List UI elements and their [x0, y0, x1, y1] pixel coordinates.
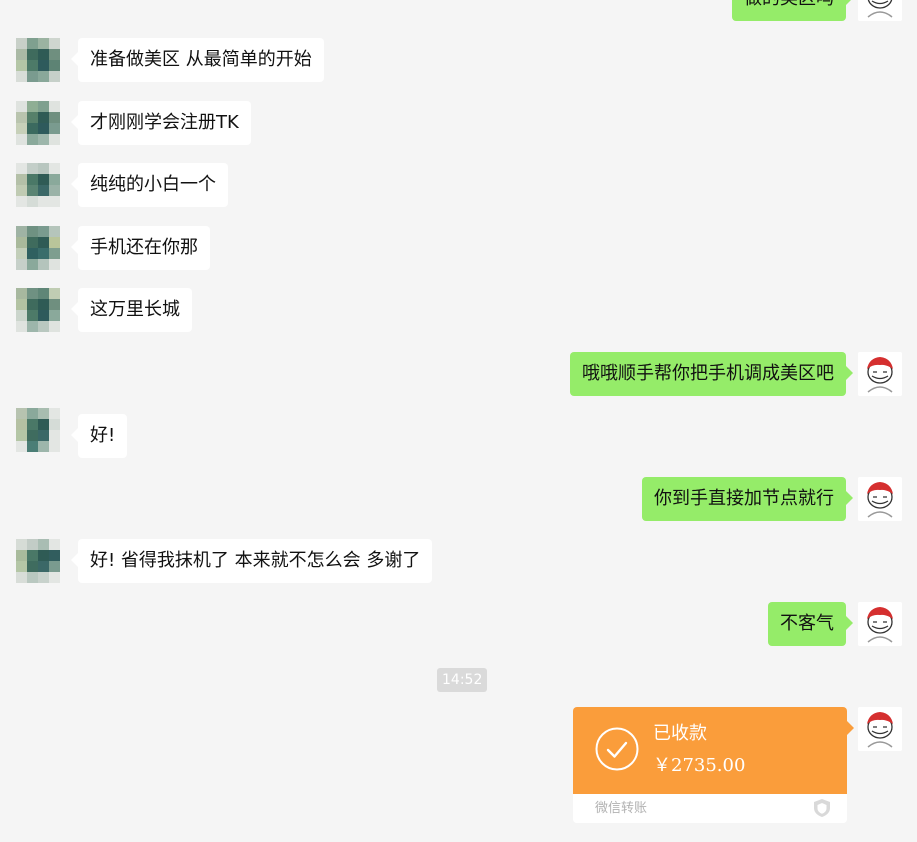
- wechat-pay-shield-icon: [814, 799, 830, 817]
- message-bubble-contact[interactable]: 这万里长城: [71, 288, 192, 332]
- message-bubble-self[interactable]: 哦哦顺手帮你把手机调成美区吧: [570, 352, 853, 396]
- transfer-card-header: 已收款 ￥2735.00: [573, 707, 847, 794]
- contact-avatar[interactable]: [16, 226, 60, 270]
- transfer-amount: ￥2735.00: [653, 755, 746, 776]
- self-avatar[interactable]: [858, 707, 902, 751]
- message-bubble-contact[interactable]: 手机还在你那: [71, 226, 210, 270]
- message-bubble-self[interactable]: 做的美区吗: [732, 0, 853, 21]
- contact-avatar[interactable]: [16, 288, 60, 332]
- transfer-card-pointer: [847, 721, 854, 735]
- message-bubble-contact[interactable]: 好! 省得我抹机了 本来就不怎么会 多谢了: [70, 539, 433, 583]
- message-bubble-self[interactable]: 你到手直接加节点就行: [642, 477, 853, 521]
- message-bubble-contact[interactable]: 好!: [70, 414, 128, 458]
- contact-avatar[interactable]: [16, 408, 60, 452]
- contact-avatar[interactable]: [16, 101, 60, 145]
- self-avatar[interactable]: [858, 477, 902, 521]
- message-bubble-contact[interactable]: 准备做美区 从最简单的开始: [71, 38, 324, 82]
- self-avatar[interactable]: [858, 602, 902, 646]
- transfer-status: 已收款: [653, 723, 707, 744]
- self-avatar[interactable]: [858, 0, 902, 21]
- message-bubble-contact[interactable]: 纯纯的小白一个: [71, 163, 228, 207]
- contact-avatar[interactable]: [16, 163, 60, 207]
- contact-avatar[interactable]: [16, 539, 60, 583]
- self-avatar[interactable]: [858, 352, 902, 396]
- transfer-card[interactable]: 已收款 ￥2735.00 微信转账: [573, 707, 847, 823]
- transfer-card-footer: 微信转账: [573, 794, 847, 823]
- transfer-source-label: 微信转账: [595, 801, 648, 816]
- message-bubble-self[interactable]: 不客气: [768, 602, 853, 646]
- check-circle-icon: [595, 727, 639, 771]
- chat-timestamp: 14:52: [437, 668, 488, 692]
- contact-avatar[interactable]: [16, 38, 60, 82]
- message-bubble-contact[interactable]: 才刚刚学会注册TK: [71, 101, 251, 145]
